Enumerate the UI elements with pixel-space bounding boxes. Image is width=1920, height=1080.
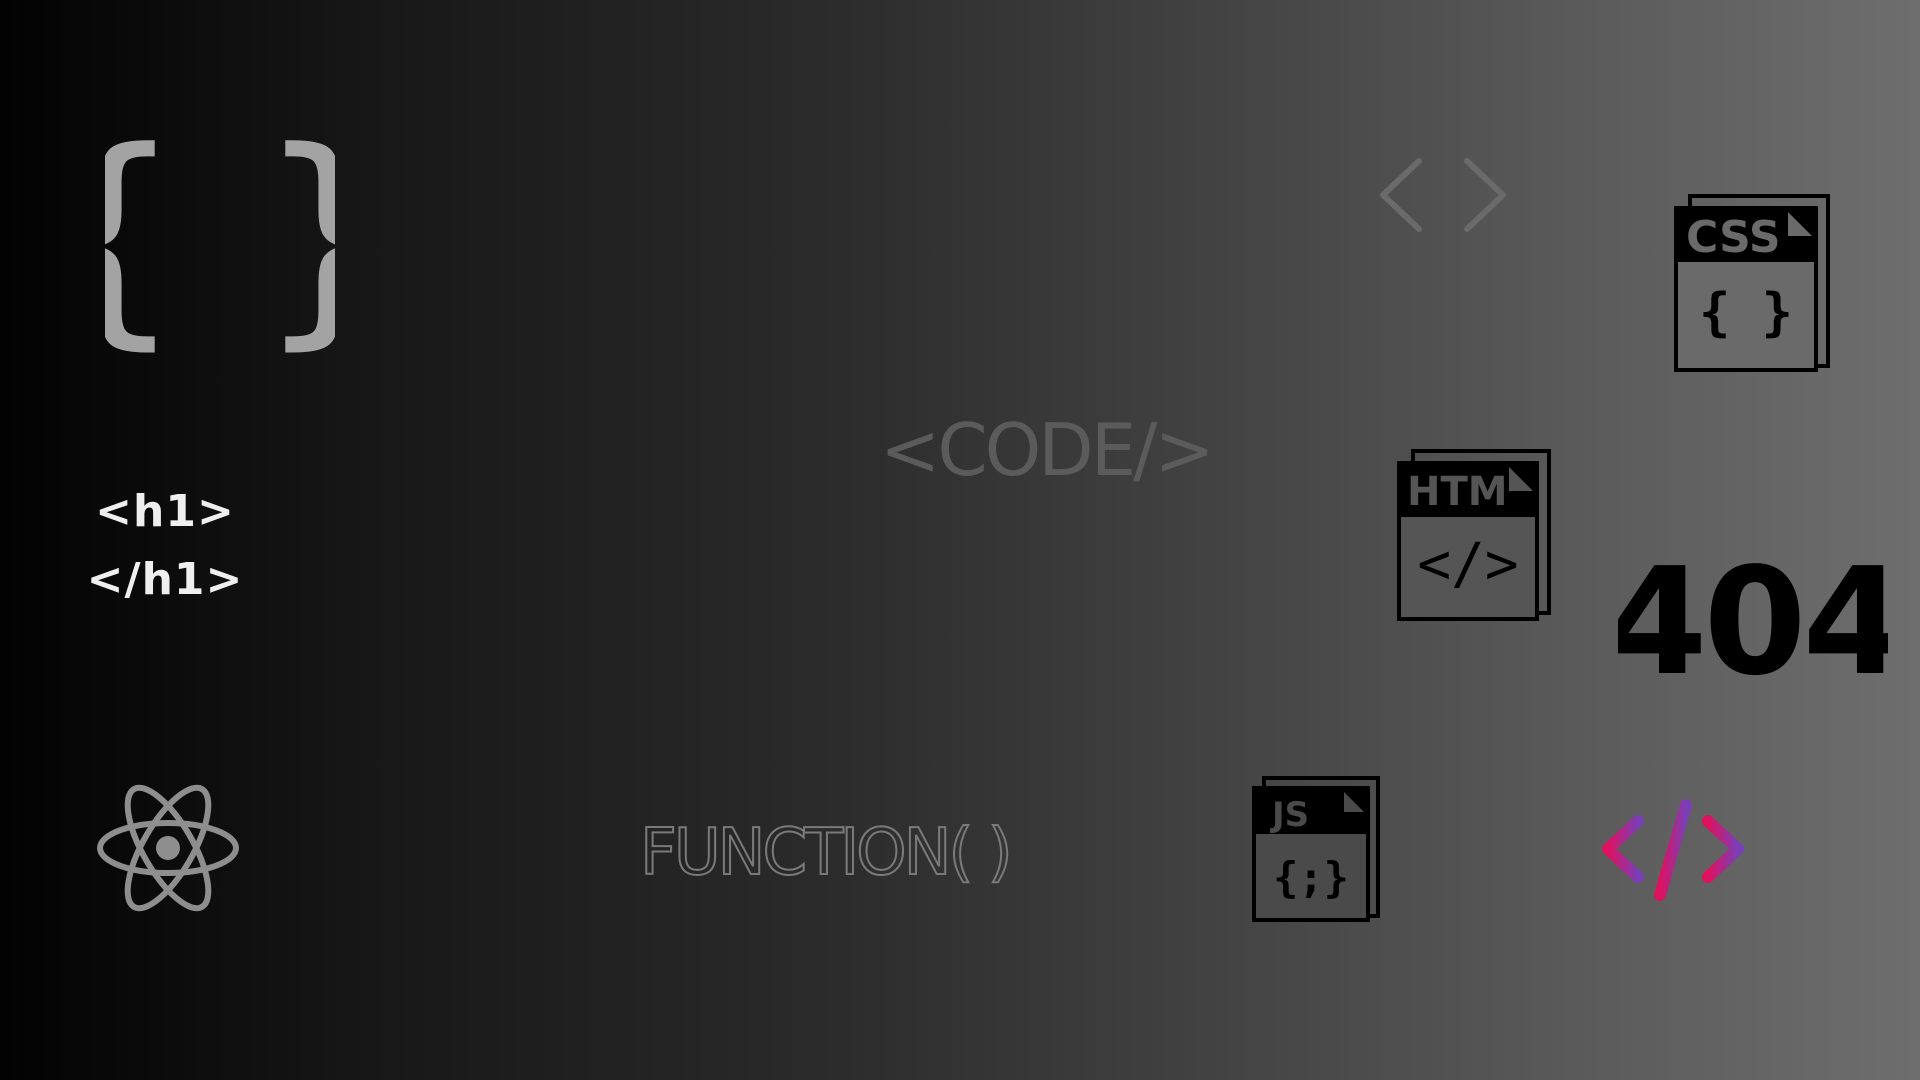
css-file-icon: CSS { } — [1674, 194, 1830, 372]
function-text: FUNCTION( ) — [640, 815, 1014, 888]
code-slash-icon — [1602, 799, 1744, 901]
h1-tag-snippet: <h1> </h1> — [85, 478, 245, 614]
html-file-icon: HTM </> — [1397, 449, 1551, 621]
react-atom-icon — [97, 784, 239, 912]
html-file-body: </> — [1417, 532, 1518, 597]
background-canvas: { "colors": { "background_left": "#02020… — [0, 0, 1920, 1080]
svg-text:{ }: { } — [105, 110, 335, 370]
code-tag-text: <CODE/> — [880, 408, 1215, 492]
js-file-body: {;} — [1273, 853, 1349, 902]
h1-close-tag: </h1> — [86, 554, 244, 605]
error-404-text: 404 — [1618, 545, 1888, 690]
h1-open-tag: <h1> — [95, 486, 235, 537]
js-file-label: JS — [1270, 795, 1309, 835]
html-file-label: HTM — [1407, 469, 1508, 515]
curly-braces-icon: { } — [105, 110, 335, 370]
css-file-label: CSS — [1686, 212, 1781, 263]
function-label: FUNCTION( ) — [640, 816, 1010, 888]
css-file-body: { } — [1699, 283, 1793, 343]
js-file-icon: JS {;} — [1252, 776, 1380, 922]
error-code: 404 — [1618, 545, 1888, 690]
angle-brackets-icon — [1380, 158, 1506, 232]
